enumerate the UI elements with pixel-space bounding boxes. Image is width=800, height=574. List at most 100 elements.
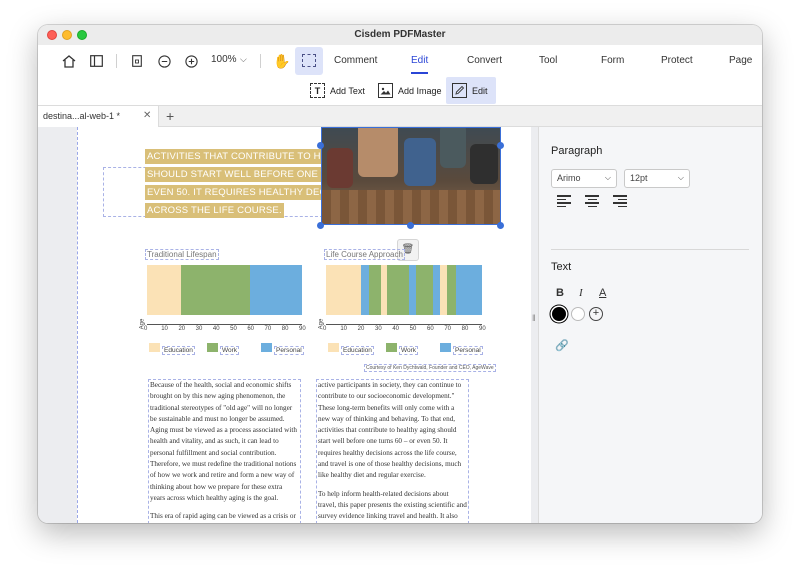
bar-segment-work bbox=[447, 265, 456, 315]
resize-handle[interactable] bbox=[317, 142, 324, 149]
legend-label-education[interactable]: Education bbox=[341, 346, 374, 355]
photo-floor bbox=[322, 190, 500, 224]
x-tick-label: 90 bbox=[479, 326, 486, 332]
x-tick-label: 90 bbox=[299, 326, 306, 332]
legend-label-personal[interactable]: Personal bbox=[274, 346, 304, 355]
text-title: Text bbox=[551, 261, 572, 273]
highlight-line: ACROSS THE LIFE COURSE. bbox=[145, 203, 284, 218]
chart-title[interactable]: Traditional Lifespan bbox=[145, 249, 219, 260]
resize-handle[interactable] bbox=[407, 222, 414, 229]
x-tick-label: 20 bbox=[178, 326, 186, 332]
paragraph-title: Paragraph bbox=[551, 145, 603, 157]
chevron-down-icon[interactable]: ⌵ bbox=[240, 54, 247, 65]
color-swatch-white[interactable] bbox=[571, 307, 585, 321]
plus-icon[interactable]: + bbox=[166, 108, 174, 124]
legend-label-personal[interactable]: Personal bbox=[453, 346, 483, 355]
size-value: 12pt bbox=[630, 173, 648, 183]
underline-button[interactable]: A bbox=[599, 287, 606, 299]
add-image-button[interactable]: Add Image bbox=[378, 77, 442, 104]
zoom-in-icon[interactable] bbox=[180, 51, 202, 71]
tab-comment[interactable]: Comment bbox=[334, 55, 377, 66]
resize-handle[interactable] bbox=[497, 222, 504, 229]
hand-icon[interactable]: ✋ bbox=[271, 51, 293, 71]
bar-segment-education bbox=[147, 265, 182, 315]
x-tick-label: 80 bbox=[461, 326, 469, 332]
bar-segment-personal bbox=[456, 265, 482, 315]
align-right-icon[interactable] bbox=[613, 195, 627, 207]
pdf-page[interactable]: ACTIVITIES THAT CONTRIBUTE TO HEALTHY AG… bbox=[77, 127, 531, 523]
x-tick-label: 60 bbox=[427, 326, 434, 332]
resize-handle[interactable] bbox=[317, 222, 324, 229]
tab-convert[interactable]: Convert bbox=[467, 55, 502, 66]
edit-icon bbox=[452, 83, 467, 98]
document-canvas[interactable]: ACTIVITIES THAT CONTRIBUTE TO HEALTHY AG… bbox=[38, 127, 538, 523]
x-tick-label: 80 bbox=[281, 326, 289, 332]
x-tick-label: 0 bbox=[144, 326, 148, 332]
close-icon[interactable]: ✕ bbox=[143, 110, 151, 121]
x-tick-label: 70 bbox=[444, 326, 452, 332]
zoom-out-icon[interactable] bbox=[153, 51, 175, 71]
x-tick-label: 10 bbox=[161, 326, 168, 332]
photo-figure bbox=[358, 128, 398, 177]
select-tool-button[interactable] bbox=[295, 47, 323, 75]
add-color-icon[interactable]: + bbox=[589, 307, 603, 321]
document-tab-label: destina...al-web-1 * bbox=[43, 111, 121, 121]
legend-label-education[interactable]: Education bbox=[162, 346, 195, 355]
x-tick-label: 50 bbox=[409, 326, 417, 332]
toolbar-divider bbox=[260, 54, 261, 68]
font-select[interactable]: Arimo ⌵ bbox=[551, 169, 617, 188]
bar-segment-education bbox=[440, 265, 448, 315]
photo-figure bbox=[440, 128, 466, 168]
x-tick-label: 50 bbox=[230, 326, 237, 332]
highlight-text-block[interactable]: ACTIVITIES THAT CONTRIBUTE TO HEALTHY AG… bbox=[145, 149, 397, 221]
text-column-right[interactable]: active participants in society, they can… bbox=[316, 379, 469, 523]
italic-button[interactable]: I bbox=[579, 287, 583, 299]
tab-form[interactable]: Form bbox=[601, 55, 624, 66]
chevron-down-icon: ⌵ bbox=[604, 173, 611, 182]
chart-title[interactable]: Life Course Approach bbox=[324, 249, 405, 260]
size-select[interactable]: 12pt ⌵ bbox=[624, 169, 690, 188]
sidebar-icon[interactable] bbox=[85, 51, 107, 71]
bold-button[interactable]: B bbox=[556, 287, 564, 299]
tab-protect[interactable]: Protect bbox=[661, 55, 693, 66]
bar-segment-education bbox=[326, 265, 361, 315]
selected-image[interactable] bbox=[321, 127, 501, 225]
paragraph: To help inform health-related decisions … bbox=[318, 489, 467, 521]
x-tick-label: 10 bbox=[340, 326, 348, 332]
document-tab[interactable]: destina...al-web-1 * ✕ bbox=[38, 106, 159, 127]
bar-segment-work bbox=[386, 265, 410, 315]
align-left-icon[interactable] bbox=[557, 195, 571, 207]
zoom-level[interactable]: 100% bbox=[211, 54, 237, 65]
courtesy-caption[interactable]: Courtesy of Ken Dychtwald, Founder and C… bbox=[364, 364, 496, 372]
bar-segment-work bbox=[416, 265, 434, 315]
app-window: Cisdem PDFMaster 100% ⌵ ✋ Comment Edit C… bbox=[38, 25, 762, 523]
bar-segment-personal bbox=[409, 265, 417, 315]
tab-tool[interactable]: Tool bbox=[539, 55, 557, 66]
edit-button[interactable]: Edit bbox=[446, 77, 496, 104]
chevron-down-icon: ⌵ bbox=[677, 173, 684, 182]
legend-swatch-education bbox=[328, 343, 339, 352]
resize-handle[interactable] bbox=[497, 142, 504, 149]
document-tabs: destina...al-web-1 * ✕ + bbox=[38, 105, 762, 127]
tab-page[interactable]: Page bbox=[729, 55, 752, 66]
photo-figure bbox=[470, 144, 498, 184]
tab-edit[interactable]: Edit bbox=[411, 55, 428, 66]
add-text-button[interactable]: T Add Text bbox=[310, 77, 365, 104]
add-text-label: Add Text bbox=[330, 85, 365, 96]
bar-segment-personal bbox=[250, 265, 302, 315]
link-icon[interactable]: 🔗 bbox=[555, 339, 569, 352]
home-icon[interactable] bbox=[58, 51, 80, 71]
color-swatch-black[interactable] bbox=[552, 307, 566, 321]
align-center-icon[interactable] bbox=[585, 195, 599, 207]
x-axis-line bbox=[326, 324, 482, 325]
page-icon[interactable] bbox=[126, 51, 148, 71]
legend-label-work[interactable]: Work bbox=[220, 346, 240, 355]
edit-subtoolbar: T Add Text Add Image Edit bbox=[38, 77, 762, 105]
legend-label-work[interactable]: Work bbox=[399, 346, 419, 355]
text-icon: T bbox=[310, 83, 325, 98]
text-column-left[interactable]: Because of the health, social and econom… bbox=[148, 379, 301, 523]
x-tick-label: 30 bbox=[195, 326, 203, 332]
toolbar-divider bbox=[116, 54, 117, 68]
bar-segment-work bbox=[181, 265, 251, 315]
panel-collapse-handle[interactable]: ‖ bbox=[532, 313, 536, 323]
